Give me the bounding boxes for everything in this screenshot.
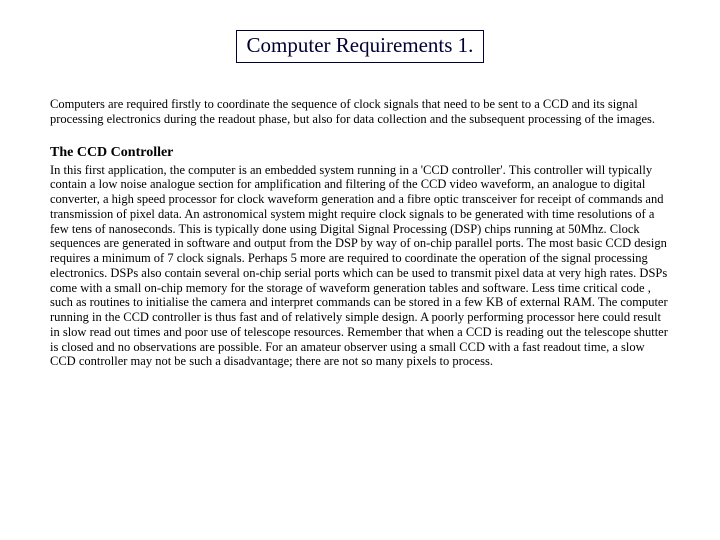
page-title: Computer Requirements 1. — [236, 30, 485, 63]
body-paragraph: In this first application, the computer … — [50, 163, 670, 370]
document-page: Computer Requirements 1. Computers are r… — [0, 0, 720, 540]
title-row: Computer Requirements 1. — [50, 30, 670, 63]
intro-paragraph: Computers are required firstly to coordi… — [50, 97, 670, 127]
section-heading: The CCD Controller — [50, 145, 670, 161]
